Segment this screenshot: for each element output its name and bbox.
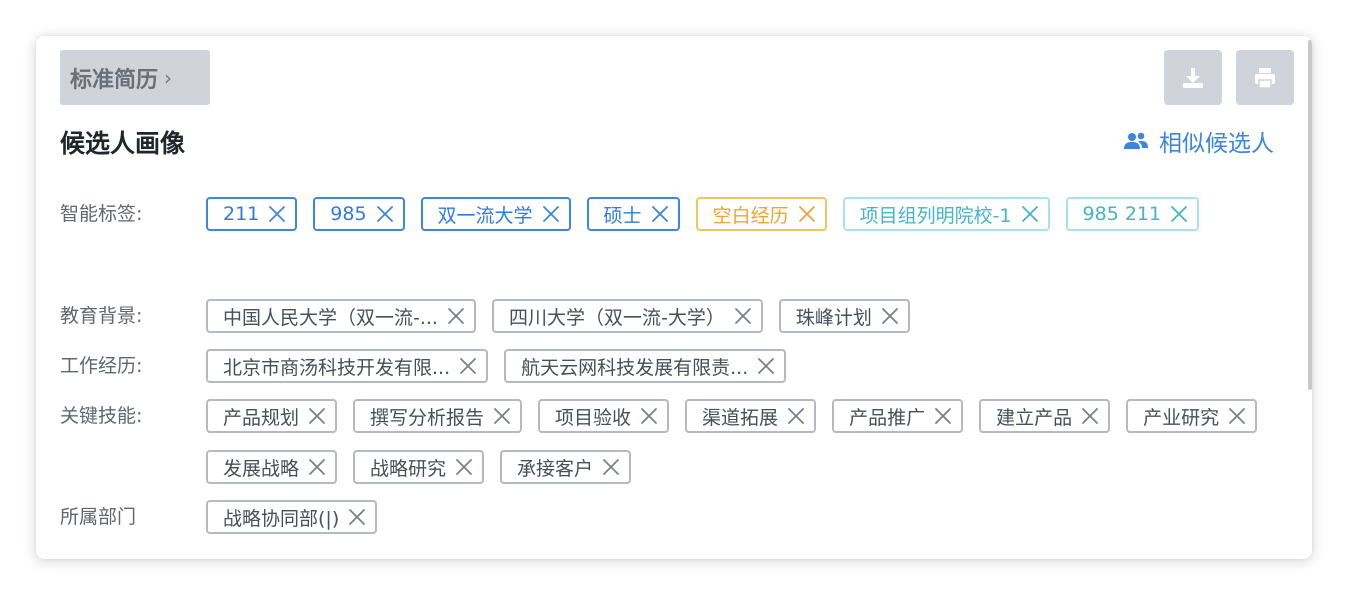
close-icon[interactable] <box>733 306 753 326</box>
close-icon[interactable] <box>639 406 659 426</box>
tag[interactable]: 战略协同部(|) <box>206 500 378 534</box>
work-experience-tag-list: 北京市商汤科技开发有限... 航天云网科技发展有限责... <box>206 349 1266 383</box>
tag[interactable]: 空白经历 <box>695 197 827 231</box>
tag-label: 撰写分析报告 <box>370 406 485 429</box>
tag-label: 985 <box>330 203 367 225</box>
close-icon[interactable] <box>797 204 817 224</box>
tag[interactable]: 承接客户 <box>500 450 632 484</box>
close-icon[interactable] <box>267 204 287 224</box>
standard-resume-button[interactable]: 标准简历 › <box>60 50 210 105</box>
print-icon <box>1255 67 1275 89</box>
download-button[interactable] <box>1164 50 1222 105</box>
tag[interactable]: 战略研究 <box>353 450 485 484</box>
close-icon[interactable] <box>375 204 395 224</box>
similar-candidates-link[interactable]: 相似候选人 <box>1123 124 1274 158</box>
tag[interactable]: 产品规划 <box>206 399 338 433</box>
tag[interactable]: 北京市商汤科技开发有限... <box>206 349 489 383</box>
tag-label: 产业研究 <box>1143 406 1220 429</box>
tag[interactable]: 渠道拓展 <box>685 399 817 433</box>
tag[interactable]: 发展战略 <box>206 450 338 484</box>
key-skills-label: 关键技能: <box>60 405 143 427</box>
tag-label: 发展战略 <box>223 457 300 480</box>
close-icon[interactable] <box>601 457 621 477</box>
tag-label: 项目验收 <box>555 406 632 429</box>
tag-label: 建立产品 <box>996 406 1073 429</box>
tag[interactable]: 四川大学（双一流-大学） <box>491 299 763 333</box>
smart-tags-tag-list: 211 985 双一流大学 硕士 空白经历 项目组列明院校-1 985 211 <box>206 197 1266 231</box>
similar-candidates-label: 相似候选人 <box>1159 131 1274 157</box>
page-title: 候选人画像 <box>60 129 186 158</box>
education-tag-list: 中国人民大学（双一流-... 四川大学（双一流-大学） 珠峰计划 <box>206 299 1266 333</box>
tag-label: 四川大学（双一流-大学） <box>508 306 725 329</box>
tag-label: 战略研究 <box>370 457 447 480</box>
chevron-right-icon: › <box>164 65 173 90</box>
tag-label: 中国人民大学（双一流-... <box>223 306 438 329</box>
tag-label: 空白经历 <box>712 204 789 227</box>
close-icon[interactable] <box>307 406 327 426</box>
tag-label: 北京市商汤科技开发有限... <box>223 356 451 379</box>
close-icon[interactable] <box>446 306 466 326</box>
close-icon[interactable] <box>1169 204 1189 224</box>
tag-label: 珠峰计划 <box>795 306 872 329</box>
standard-resume-label: 标准简历 <box>70 67 159 93</box>
print-button[interactable] <box>1236 50 1294 105</box>
tag-label: 渠道拓展 <box>702 406 779 429</box>
close-icon[interactable] <box>347 507 367 527</box>
users-icon <box>1124 132 1148 149</box>
close-icon[interactable] <box>1020 204 1040 224</box>
tag[interactable]: 211 <box>206 197 298 231</box>
tag-label: 承接客户 <box>517 457 594 480</box>
tag[interactable]: 航天云网科技发展有限责... <box>504 349 787 383</box>
close-icon[interactable] <box>933 406 953 426</box>
close-icon[interactable] <box>458 356 478 376</box>
close-icon[interactable] <box>307 457 327 477</box>
tag-label: 战略协同部(|) <box>223 507 340 530</box>
candidate-profile-card: 标准简历 › 候选人画像 相似候选人 智能标签: 211 985 双一流大学 硕士 空白经… <box>36 36 1312 559</box>
close-icon[interactable] <box>756 356 776 376</box>
tag-label: 双一流大学 <box>437 204 533 227</box>
tag[interactable]: 项目组列明院校-1 <box>842 197 1050 231</box>
tag[interactable]: 产业研究 <box>1126 399 1258 433</box>
department-label: 所属部门 <box>60 506 137 528</box>
tag-label: 产品推广 <box>849 406 926 429</box>
key-skills-tag-list: 产品规划 撰写分析报告 项目验收 渠道拓展 产品推广 建立产品 产业研究发展战略 战略研究 承接… <box>206 399 1266 484</box>
tag-label: 211 <box>223 203 260 225</box>
education-label: 教育背景: <box>60 305 143 327</box>
close-icon[interactable] <box>1227 406 1247 426</box>
close-icon[interactable] <box>1080 406 1100 426</box>
tag[interactable]: 硕士 <box>586 197 680 231</box>
tag[interactable]: 双一流大学 <box>420 197 571 231</box>
work-experience-label: 工作经历: <box>60 355 143 377</box>
close-icon[interactable] <box>492 406 512 426</box>
tag[interactable]: 撰写分析报告 <box>353 399 523 433</box>
close-icon[interactable] <box>786 406 806 426</box>
tag[interactable]: 985 211 <box>1065 197 1200 231</box>
close-icon[interactable] <box>541 204 561 224</box>
tag-label: 产品规划 <box>223 406 300 429</box>
tag[interactable]: 项目验收 <box>538 399 670 433</box>
scrollbar[interactable] <box>1308 40 1312 390</box>
close-icon[interactable] <box>454 457 474 477</box>
close-icon[interactable] <box>650 204 670 224</box>
tag-label: 硕士 <box>603 204 642 227</box>
department-tag-list: 战略协同部(|) <box>206 500 1266 534</box>
tag[interactable]: 产品推广 <box>832 399 964 433</box>
close-icon[interactable] <box>880 306 900 326</box>
download-icon <box>1183 67 1203 88</box>
tag[interactable]: 985 <box>313 197 405 231</box>
tag[interactable]: 建立产品 <box>979 399 1111 433</box>
tag[interactable]: 中国人民大学（双一流-... <box>206 299 476 333</box>
tag-label: 项目组列明院校-1 <box>859 204 1012 227</box>
tag[interactable]: 珠峰计划 <box>778 299 910 333</box>
tag-label: 航天云网科技发展有限责... <box>521 356 749 379</box>
smart-tags-label: 智能标签: <box>60 203 143 225</box>
tag-label: 985 211 <box>1082 203 1162 225</box>
